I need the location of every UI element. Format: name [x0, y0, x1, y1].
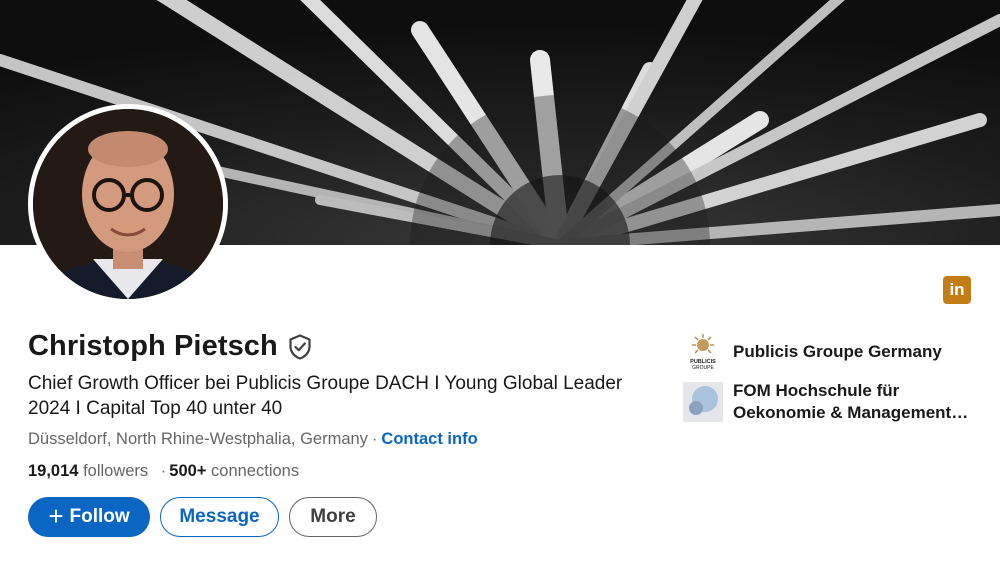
- svg-text:GROUPE: GROUPE: [692, 365, 714, 371]
- profile-avatar[interactable]: [28, 104, 228, 304]
- message-button[interactable]: Message: [160, 497, 279, 537]
- org-item-publicis[interactable]: PUBLICIS GROUPE Publicis Groupe Germany: [683, 332, 973, 372]
- profile-name: Christoph Pietsch: [28, 330, 278, 362]
- followers-count: 19,014: [28, 462, 79, 480]
- org-name-fom[interactable]: FOM Hochschule für Oekonomie & Managemen…: [733, 380, 973, 424]
- profile-location: Düsseldorf, North Rhine-Westphalia, Germ…: [28, 430, 368, 448]
- org-item-fom[interactable]: FOM Hochschule für Oekonomie & Managemen…: [683, 380, 973, 424]
- verified-shield-icon[interactable]: [288, 333, 312, 360]
- linkedin-icon: in: [943, 276, 971, 304]
- more-label: More: [310, 506, 356, 527]
- org-name-publicis[interactable]: Publicis Groupe Germany: [733, 341, 973, 363]
- follow-button[interactable]: + Follow: [28, 497, 150, 537]
- connections-count[interactable]: 500+: [169, 462, 206, 480]
- connections-label[interactable]: connections: [211, 462, 299, 480]
- fom-logo-icon: [683, 382, 723, 422]
- network-stats: 19,014 followers · 500+ connections: [28, 462, 299, 481]
- separator: ·: [371, 430, 378, 448]
- location-row: Düsseldorf, North Rhine-Westphalia, Germ…: [28, 430, 478, 449]
- plus-icon: +: [48, 501, 64, 531]
- follow-label: Follow: [69, 506, 130, 527]
- more-button[interactable]: More: [289, 497, 377, 537]
- profile-headline: Chief Growth Officer bei Publicis Groupe…: [28, 373, 623, 419]
- message-label: Message: [179, 506, 260, 527]
- publicis-logo-icon: PUBLICIS GROUPE: [683, 332, 723, 372]
- followers-label: followers: [83, 462, 149, 480]
- name-row: Christoph Pietsch: [28, 330, 312, 363]
- avatar-photo: [33, 109, 223, 299]
- contact-info-link[interactable]: Contact info: [381, 430, 477, 448]
- separator: ·: [160, 462, 167, 480]
